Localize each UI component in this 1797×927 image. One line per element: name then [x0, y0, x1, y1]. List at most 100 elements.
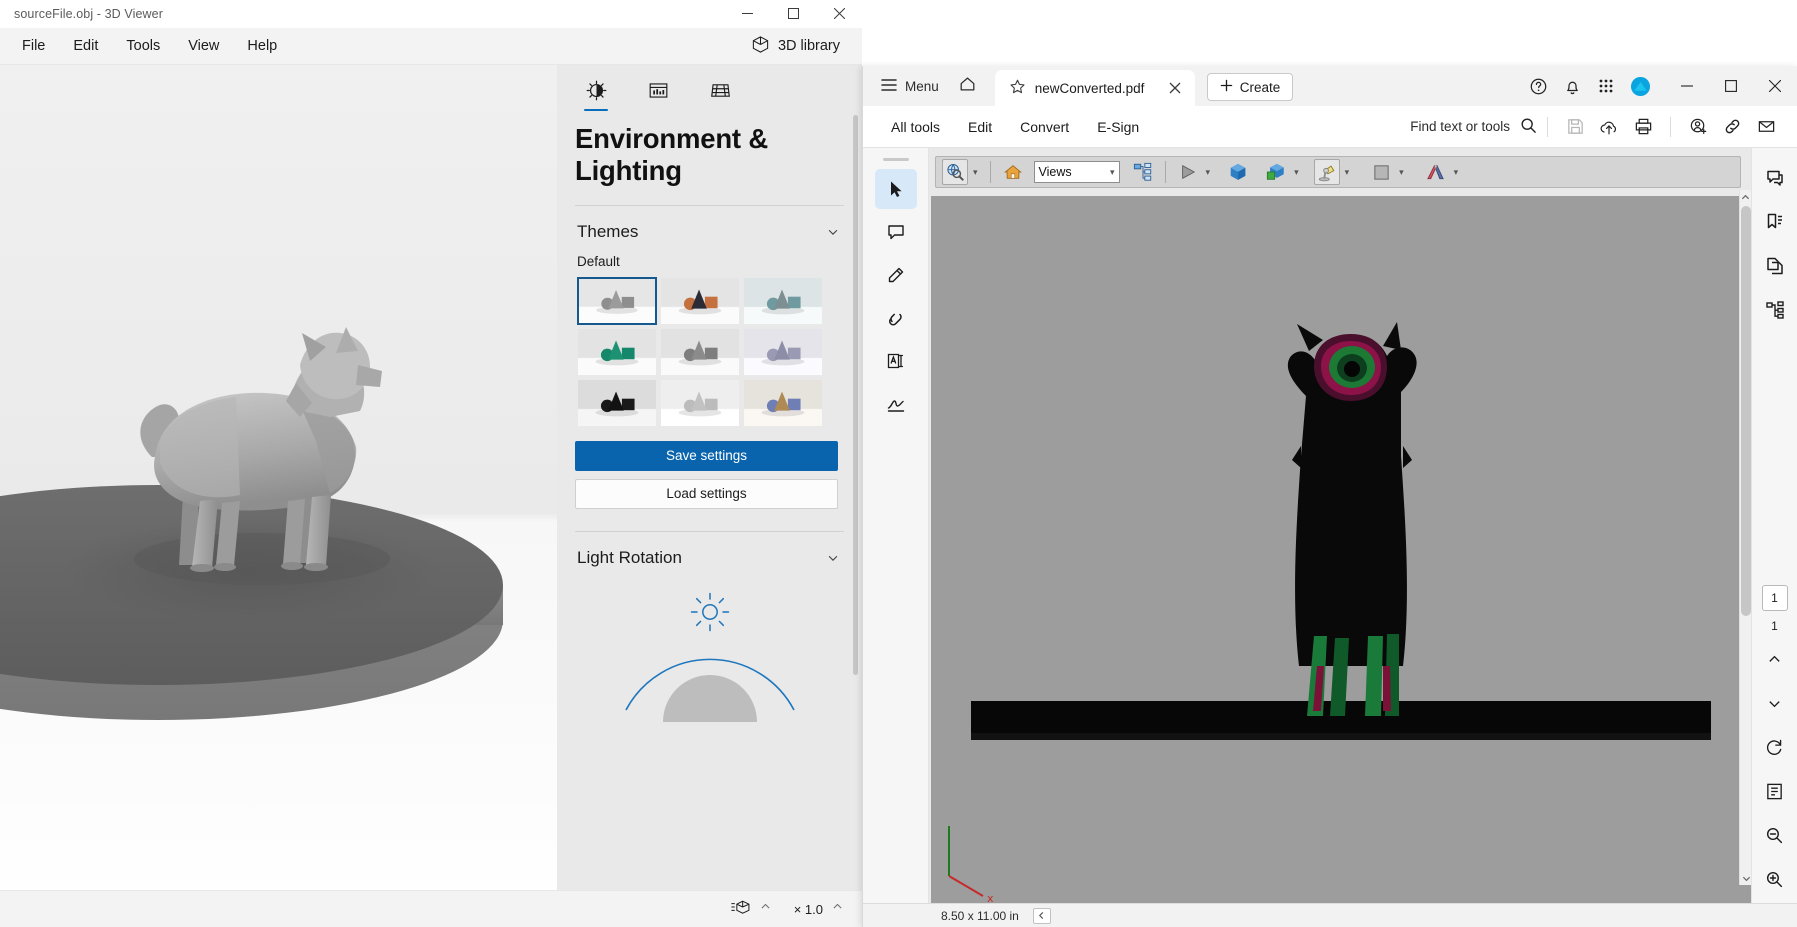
scale-control[interactable]: × 1.0 [794, 900, 844, 918]
edit-text-tool[interactable] [875, 341, 917, 381]
acrobat-menu-button[interactable]: Menu [871, 69, 947, 103]
theme-thumbnail-theme-neutral[interactable] [660, 328, 740, 376]
properties-scroll-area[interactable]: Environment & Lighting Themes Default Sa… [557, 115, 862, 927]
default-view-home-button[interactable] [1000, 159, 1026, 185]
status-prev-button[interactable] [1032, 907, 1051, 924]
bookmarks-panel-icon[interactable] [1757, 202, 1793, 242]
rotate-page-icon[interactable] [1757, 727, 1793, 767]
toggle-model-tree-button[interactable] [1130, 159, 1156, 185]
help-icon[interactable] [1521, 69, 1555, 103]
zoom-in-icon[interactable] [1757, 859, 1793, 899]
viewer-close-button[interactable] [816, 0, 862, 28]
chevron-down-icon[interactable]: ▾ [1203, 167, 1214, 178]
page-scrollbar[interactable] [1739, 190, 1751, 885]
viewer-minimize-button[interactable] [724, 0, 770, 28]
panel-scrollbar-track[interactable] [853, 115, 860, 917]
light-rotation-dial[interactable] [610, 592, 810, 769]
chevron-down-icon[interactable]: ▾ [1396, 167, 1407, 178]
chevron-down-icon[interactable]: ▾ [970, 167, 981, 178]
organize-pages-icon[interactable] [1757, 246, 1793, 286]
user-avatar[interactable] [1623, 69, 1657, 103]
3d-library-button[interactable]: 3D library [741, 31, 850, 62]
menu-edit[interactable]: Edit [59, 33, 112, 59]
panel-scrollbar-thumb[interactable] [853, 115, 858, 675]
acrobat-minimize-button[interactable] [1665, 66, 1709, 106]
theme-thumbnail-theme-default-gray[interactable] [577, 276, 657, 325]
light-rotation-section-header[interactable]: Light Rotation [575, 532, 844, 578]
lighting-button[interactable] [1313, 159, 1340, 185]
chevron-up-icon[interactable] [759, 900, 772, 918]
model-display-control[interactable] [731, 899, 772, 920]
cloud-upload-icon[interactable] [1592, 110, 1626, 144]
themes-section-header[interactable]: Themes [575, 206, 844, 252]
rail-drag-handle[interactable] [882, 158, 909, 161]
views-dropdown[interactable]: Views ▾ [1033, 161, 1120, 183]
find-text-or-tools[interactable]: Find text or tools [1410, 117, 1537, 137]
page-scrollbar-thumb[interactable] [1741, 206, 1751, 616]
menu-view[interactable]: View [174, 33, 233, 59]
chevron-down-icon[interactable]: ▾ [1110, 167, 1115, 178]
theme-thumbnail-theme-cool-teal[interactable] [743, 277, 823, 325]
print-icon[interactable] [1626, 110, 1660, 144]
pdf-page-content[interactable]: x [931, 196, 1751, 903]
rotate-3d-tool-button[interactable] [942, 159, 968, 185]
scroll-up-arrow[interactable] [1740, 190, 1751, 204]
app-grid-icon[interactable] [1589, 69, 1623, 103]
chevron-down-icon[interactable] [826, 225, 840, 239]
theme-thumbnail-theme-dark[interactable] [577, 379, 657, 427]
menu-help[interactable]: Help [233, 33, 291, 59]
toolbar-edit[interactable]: Edit [954, 113, 1006, 141]
chevron-up-icon[interactable] [831, 900, 844, 918]
toolbar-all-tools[interactable]: All tools [877, 113, 954, 141]
document-tab[interactable]: newConverted.pdf [994, 70, 1195, 106]
link-tool[interactable] [875, 298, 917, 338]
toolbar-esign[interactable]: E-Sign [1083, 113, 1153, 141]
load-settings-button[interactable]: Load settings [575, 478, 838, 509]
sign-tool[interactable] [875, 384, 917, 424]
comment-tool[interactable] [875, 212, 917, 252]
menu-file[interactable]: File [8, 33, 59, 59]
theme-thumbnail-theme-colorful[interactable] [743, 379, 823, 427]
create-button[interactable]: Create [1206, 73, 1294, 101]
chevron-down-icon[interactable]: ▾ [1451, 167, 1462, 178]
zoom-out-icon[interactable] [1757, 815, 1793, 855]
email-icon[interactable] [1749, 110, 1783, 144]
toolbar-convert[interactable]: Convert [1006, 113, 1083, 141]
tab-grid[interactable] [699, 69, 741, 111]
previous-page-button[interactable] [1757, 639, 1793, 679]
current-page-number[interactable]: 1 [1761, 585, 1788, 611]
star-icon[interactable] [1009, 78, 1026, 98]
background-color-button[interactable] [1368, 159, 1394, 185]
model-tree-panel-icon[interactable] [1757, 290, 1793, 330]
chevron-down-icon[interactable]: ▾ [1342, 167, 1353, 178]
select-cursor-tool[interactable] [874, 169, 917, 209]
next-page-button[interactable] [1757, 683, 1793, 723]
fit-page-icon[interactable] [1757, 771, 1793, 811]
theme-thumbnail-theme-lavender[interactable] [743, 328, 823, 376]
search-icon[interactable] [1520, 117, 1537, 137]
acrobat-maximize-button[interactable] [1709, 66, 1753, 106]
tab-statistics[interactable] [637, 69, 679, 111]
add-person-icon[interactable] [1681, 110, 1715, 144]
chevron-down-icon[interactable]: ▾ [1291, 167, 1302, 178]
comment-panel-icon[interactable] [1757, 158, 1793, 198]
theme-thumbnail-theme-warm-orange[interactable] [660, 277, 740, 325]
save-settings-button[interactable]: Save settings [575, 440, 838, 471]
theme-thumbnail-theme-light-white[interactable] [660, 379, 740, 427]
save-icon[interactable] [1558, 110, 1592, 144]
notification-bell-icon[interactable] [1555, 69, 1589, 103]
highlight-pen-tool[interactable] [875, 255, 917, 295]
scroll-down-arrow[interactable] [1740, 871, 1751, 885]
use-default-render-button[interactable] [1225, 159, 1251, 185]
chevron-down-icon[interactable] [826, 551, 840, 565]
tab-environment-lighting[interactable] [575, 69, 617, 111]
link-icon[interactable] [1715, 110, 1749, 144]
cross-section-button[interactable] [1423, 159, 1449, 185]
theme-thumbnail-theme-green[interactable] [577, 328, 657, 376]
close-tab-icon[interactable] [1169, 82, 1181, 94]
viewer-maximize-button[interactable] [770, 0, 816, 28]
document-viewport[interactable]: ▾ Views ▾ ▾ ▾ ▾ ▾ ▾ x [929, 148, 1751, 903]
3d-model-canvas[interactable] [0, 65, 557, 927]
render-mode-button[interactable] [1263, 159, 1289, 185]
play-animation-button[interactable] [1175, 159, 1201, 185]
